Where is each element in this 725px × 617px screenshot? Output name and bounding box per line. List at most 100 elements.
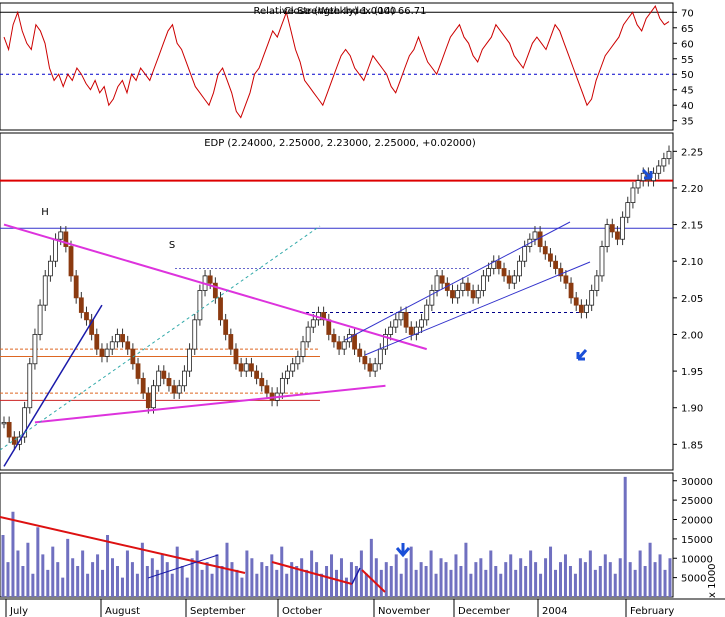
candle-body — [594, 275, 600, 291]
volume-bar — [185, 577, 189, 597]
volume-bar — [111, 558, 115, 597]
candle-body — [73, 275, 79, 299]
candle-body — [615, 231, 620, 240]
volume-bar — [56, 562, 60, 597]
candle-body — [120, 334, 125, 343]
candle-body — [388, 326, 394, 335]
volume-bar — [26, 542, 30, 597]
blue-trendline — [3, 304, 103, 467]
panel-frame — [0, 2, 674, 131]
volume-bar — [230, 562, 234, 597]
volume-bar — [175, 546, 179, 597]
candle-body — [233, 348, 239, 365]
volume-bar — [31, 573, 35, 597]
volume-bar — [593, 569, 597, 597]
volume-bar — [235, 569, 239, 597]
panel-frame — [0, 132, 674, 471]
candle-body — [238, 363, 244, 372]
candle-body — [161, 370, 167, 379]
volume-bar — [638, 550, 642, 597]
volume-bar — [61, 577, 65, 597]
candle-body — [656, 165, 662, 174]
candle-body — [156, 370, 162, 387]
volume-bar — [155, 569, 159, 597]
candle-body — [465, 282, 471, 291]
candle-body — [620, 216, 626, 240]
volume-bar — [1, 535, 5, 597]
volume-bar — [41, 554, 45, 597]
volume-bar — [165, 562, 169, 597]
rsi-series-line — [3, 5, 670, 119]
candle-body — [377, 348, 383, 365]
candle-body — [589, 290, 595, 306]
volume-bar — [195, 550, 199, 597]
volume-bar — [200, 569, 204, 597]
candle-body — [609, 224, 615, 233]
candle-body — [58, 231, 64, 240]
volume-bar — [394, 554, 398, 597]
price-title: EDP (2.24000, 2.25000, 2.23000, 2.25000,… — [204, 138, 476, 149]
candle-body — [511, 275, 517, 284]
xaxis-label: October — [282, 606, 323, 617]
volume-bar — [464, 542, 468, 597]
candle-body — [243, 363, 249, 372]
volume-bar — [603, 554, 607, 597]
xaxis-label: August — [105, 606, 140, 617]
candle-body — [223, 319, 229, 335]
xaxis-label: November — [378, 606, 431, 617]
candle-body — [115, 334, 120, 343]
candle-body — [104, 348, 110, 357]
volume-bar — [250, 558, 254, 597]
candle-body — [331, 334, 337, 343]
volume-bar — [220, 566, 224, 597]
candle-body — [192, 319, 198, 350]
price-tick-label: 1.90 — [681, 404, 703, 415]
volume-bar — [349, 562, 353, 597]
candle-body — [496, 260, 502, 269]
volume-bar — [280, 546, 284, 597]
volume-bar — [643, 566, 647, 597]
volume-bar — [628, 562, 632, 597]
volume-bar — [145, 566, 149, 597]
volume-bar — [305, 569, 309, 597]
candle-body — [182, 370, 187, 387]
volume-bar — [568, 566, 572, 597]
volume-bar — [369, 538, 373, 597]
chart-canvas: 3540455055606570Relative Strength Index … — [0, 2, 725, 617]
candle-body — [393, 319, 399, 328]
candle-body — [1, 421, 7, 425]
volume-bar — [300, 558, 304, 597]
volume-bar — [598, 566, 602, 597]
candle-body — [553, 260, 558, 269]
channel-lower — [364, 261, 591, 356]
volume-bar — [489, 550, 493, 597]
volume-bar — [563, 554, 567, 597]
rsi-tick-label: 60 — [681, 39, 694, 50]
volume-bar — [653, 562, 657, 597]
volume-bar — [339, 558, 343, 597]
volume-tick-label: 25000 — [681, 496, 713, 507]
arrow-up-icon — [576, 349, 588, 361]
volume-bar — [344, 577, 348, 597]
candle-body — [109, 341, 115, 350]
candle-body — [434, 275, 440, 291]
xaxis-label: December — [458, 606, 511, 617]
rsi-overlap-title: Close (Weekly) 1.0000 — [284, 6, 397, 17]
channel-upper — [344, 221, 571, 341]
volume-bar — [648, 542, 652, 597]
volume-bar — [409, 546, 413, 597]
candle-body — [542, 246, 548, 255]
candle-body — [140, 378, 146, 394]
volume-bar — [429, 550, 433, 597]
volume-bar — [529, 550, 533, 597]
candle-body — [37, 304, 43, 335]
price-tick-label: 2.15 — [681, 221, 703, 232]
xaxis-label: July — [9, 606, 28, 617]
candle-body — [548, 253, 553, 262]
candle-body — [207, 275, 213, 284]
volume-bar — [51, 546, 55, 597]
xaxis-label: 2004 — [542, 606, 567, 617]
volume-bar — [663, 569, 667, 597]
volume-tick-label: 20000 — [681, 516, 713, 527]
volume-bar — [419, 562, 423, 597]
